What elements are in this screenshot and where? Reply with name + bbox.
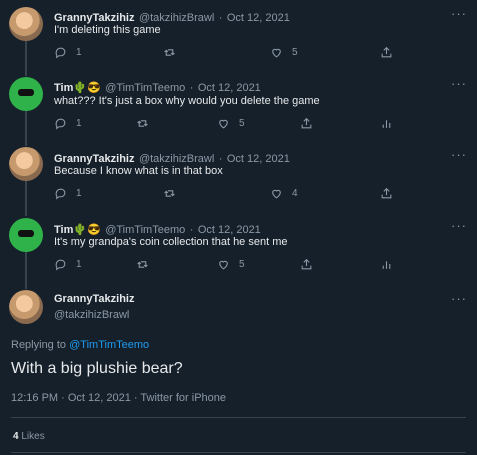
replying-to-mention[interactable]: @TimTimTeemo: [69, 339, 149, 351]
reply-button[interactable]: 1: [54, 46, 82, 59]
reply-count: 1: [76, 118, 82, 129]
analytics-icon: [382, 120, 391, 128]
tweet-date[interactable]: Oct 12, 2021: [227, 153, 290, 165]
share-icon: [381, 187, 392, 199]
like-count: 5: [239, 118, 245, 129]
more-options-icon[interactable]: ···: [451, 147, 467, 162]
display-name[interactable]: GrannyTakzihiz: [54, 293, 134, 305]
share-icon: [301, 258, 312, 270]
replying-to: Replying to @TimTimTeemo: [11, 339, 149, 351]
display-name[interactable]: GrannyTakzihiz: [54, 153, 134, 165]
more-options-icon[interactable]: ···: [451, 6, 467, 21]
more-options-icon[interactable]: ···: [451, 291, 467, 306]
display-name[interactable]: Tim🌵😎: [54, 224, 101, 236]
display-name[interactable]: GrannyTakzihiz: [54, 12, 134, 24]
retweet-button[interactable]: [163, 46, 176, 59]
handle[interactable]: @takzihizBrawl: [139, 12, 214, 24]
analytics-button[interactable]: [380, 258, 393, 271]
handle[interactable]: @TimTimTeemo: [105, 224, 185, 236]
share-button[interactable]: [300, 258, 313, 271]
share-icon: [301, 117, 312, 129]
avatar[interactable]: [9, 147, 43, 181]
reply-button[interactable]: 1: [54, 187, 82, 200]
likes-stat[interactable]: 4 Likes: [13, 431, 45, 442]
retweet-button[interactable]: [136, 117, 149, 130]
separator: ·: [189, 82, 194, 94]
divider: [11, 452, 466, 453]
avatar[interactable]: [9, 218, 43, 252]
handle[interactable]: @takzihizBrawl: [54, 309, 129, 321]
retweet-icon: [164, 190, 175, 197]
reply-button[interactable]: 1: [54, 258, 82, 271]
heart-icon: [219, 260, 228, 270]
like-count: 5: [292, 47, 298, 58]
heart-icon: [272, 48, 281, 58]
thread-line: [25, 251, 27, 289]
replying-to-prefix: Replying to: [11, 339, 67, 351]
like-button[interactable]: 5: [217, 117, 245, 130]
retweet-icon: [164, 49, 175, 56]
avatar[interactable]: [9, 290, 43, 324]
handle[interactable]: @TimTimTeemo: [105, 82, 185, 94]
retweet-icon: [137, 120, 148, 127]
reply-button[interactable]: 1: [54, 117, 82, 130]
main-tweet-text: With a big plushie bear?: [11, 360, 183, 377]
share-button[interactable]: [380, 46, 393, 59]
likes-count: 4: [13, 431, 19, 442]
share-button[interactable]: [300, 117, 313, 130]
share-button[interactable]: [380, 187, 393, 200]
heart-icon: [272, 189, 281, 199]
share-icon: [381, 46, 392, 58]
more-options-icon[interactable]: ···: [451, 218, 467, 233]
likes-label: Likes: [21, 431, 45, 442]
tweet-text: Because I know what is in that box: [54, 165, 223, 177]
separator: ·: [218, 12, 223, 24]
retweet-button[interactable]: [136, 258, 149, 271]
tweet-timestamp[interactable]: 12:16 PM · Oct 12, 2021 · Twitter for iP…: [11, 392, 226, 404]
heart-icon: [219, 119, 228, 129]
tweet-date[interactable]: Oct 12, 2021: [198, 224, 261, 236]
reply-icon: [55, 47, 66, 59]
reply-icon: [55, 118, 66, 130]
handle[interactable]: @takzihizBrawl: [139, 153, 214, 165]
divider: [11, 417, 466, 418]
thread-line: [25, 40, 27, 76]
tweet-text: It's my grandpa's coin collection that h…: [54, 236, 288, 248]
like-button[interactable]: 5: [217, 258, 245, 271]
reply-count: 1: [76, 188, 82, 199]
tweet-date[interactable]: Oct 12, 2021: [227, 12, 290, 24]
tweet-date[interactable]: Oct 12, 2021: [198, 82, 261, 94]
reply-count: 1: [76, 47, 82, 58]
thread-line: [25, 110, 27, 146]
retweet-icon: [137, 261, 148, 268]
like-count: 5: [239, 259, 245, 270]
retweet-button[interactable]: [163, 187, 176, 200]
tweet-text: what??? It's just a box why would you de…: [54, 95, 320, 107]
analytics-button[interactable]: [380, 117, 393, 130]
tweet-text: I'm deleting this game: [54, 24, 161, 36]
reply-count: 1: [76, 259, 82, 270]
like-count: 4: [292, 188, 298, 199]
separator: ·: [189, 224, 194, 236]
separator: ·: [218, 153, 223, 165]
reply-icon: [55, 259, 66, 271]
tweet-header: Tim🌵😎 @TimTimTeemo · Oct 12, 2021: [54, 78, 261, 96]
avatar[interactable]: [9, 7, 43, 41]
avatar[interactable]: [9, 77, 43, 111]
more-options-icon[interactable]: ···: [451, 76, 467, 91]
like-button[interactable]: 5: [270, 46, 298, 59]
thread-line: [25, 181, 27, 216]
display-name[interactable]: Tim🌵😎: [54, 82, 101, 94]
like-button[interactable]: 4: [270, 187, 298, 200]
reply-icon: [55, 188, 66, 200]
analytics-icon: [382, 261, 391, 269]
